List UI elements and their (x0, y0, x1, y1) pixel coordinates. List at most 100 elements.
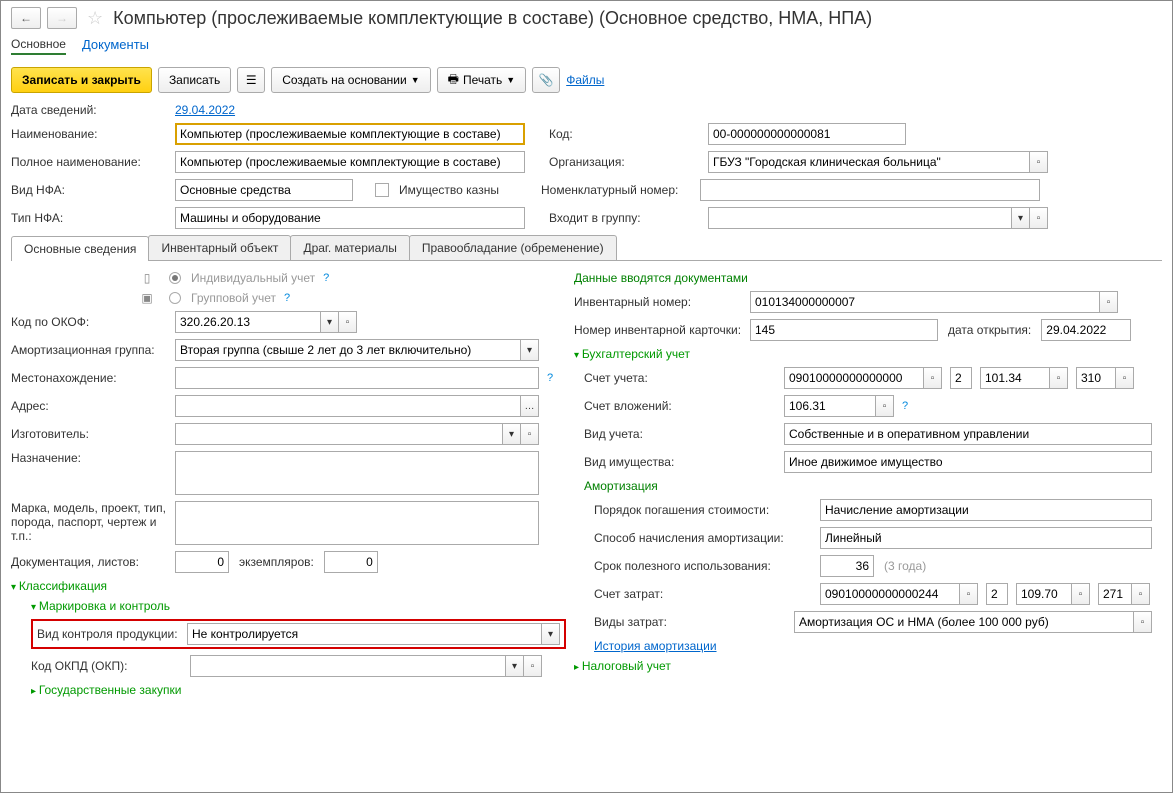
amgroup-input[interactable] (175, 339, 521, 361)
treasury-checkbox[interactable] (375, 183, 389, 197)
help-icon-4[interactable]: ? (902, 400, 908, 412)
tab-rights[interactable]: Правообладание (обременение) (409, 235, 617, 260)
nav-forward-button[interactable]: → (47, 7, 77, 29)
code-input[interactable] (708, 123, 906, 145)
okof-open[interactable]: ▫ (339, 311, 357, 333)
group-label: Входит в группу: (549, 211, 704, 225)
topnav-main[interactable]: Основное (11, 37, 66, 55)
c1-open[interactable]: ▫ (960, 583, 978, 605)
purpose-textarea[interactable] (175, 451, 539, 495)
marking-section[interactable]: Маркировка и контроль (31, 599, 170, 613)
classification-section[interactable]: Классификация (11, 579, 107, 593)
inv-input[interactable] (750, 291, 1100, 313)
maker-dropdown[interactable]: ▾ (503, 423, 521, 445)
card-label: Номер инвентарной карточки: (574, 323, 746, 337)
life-input[interactable] (820, 555, 874, 577)
invest-input[interactable] (784, 395, 876, 417)
acct2-input[interactable] (950, 367, 972, 389)
model-textarea[interactable] (175, 501, 539, 545)
a1-open[interactable]: ▫ (924, 367, 942, 389)
repay-label: Порядок погашения стоимости: (594, 503, 816, 517)
okpd-input[interactable] (190, 655, 506, 677)
cost4-input[interactable] (1098, 583, 1132, 605)
accttype-label: Вид учета: (584, 427, 780, 441)
fullname-input[interactable] (175, 151, 525, 173)
print-button[interactable]: 🖶 Печать ▼ (437, 67, 527, 93)
cost2-input[interactable] (986, 583, 1008, 605)
gov-purchases-section[interactable]: Государственные закупки (31, 683, 181, 697)
okpd-label: Код ОКПД (ОКП): (31, 659, 186, 673)
name-input[interactable] (175, 123, 525, 145)
open-date-input[interactable] (1041, 319, 1131, 341)
model-label: Марка, модель, проект, тип, порода, пасп… (11, 501, 171, 543)
maker-label: Изготовитель: (11, 427, 171, 441)
help-icon[interactable]: ? (323, 272, 329, 284)
costtype-open[interactable]: ▫ (1134, 611, 1152, 633)
topnav-docs[interactable]: Документы (82, 37, 149, 55)
group-dropdown-button[interactable]: ▾ (1012, 207, 1030, 229)
c3-open[interactable]: ▫ (1072, 583, 1090, 605)
cost3-input[interactable] (1016, 583, 1072, 605)
control-dropdown[interactable]: ▾ (542, 623, 560, 645)
c4-open[interactable]: ▫ (1132, 583, 1150, 605)
copies-count-input[interactable] (324, 551, 378, 573)
tab-inventory[interactable]: Инвентарный объект (148, 235, 291, 260)
repay-input[interactable] (820, 499, 1152, 521)
okpd-open[interactable]: ▫ (524, 655, 542, 677)
tab-materials[interactable]: Драг. материалы (290, 235, 409, 260)
nfa-kind-input[interactable] (175, 207, 525, 229)
copies-label: экземпляров: (239, 555, 314, 569)
nomencl-input[interactable] (700, 179, 1040, 201)
amgroup-label: Амортизационная группа: (11, 343, 171, 357)
acct4-input[interactable] (1076, 367, 1116, 389)
maker-input[interactable] (175, 423, 503, 445)
nfa-type-input[interactable] (175, 179, 353, 201)
group-input[interactable] (708, 207, 1012, 229)
create-based-button[interactable]: Создать на основании ▼ (271, 67, 430, 93)
history-link[interactable]: История амортизации (594, 639, 717, 653)
a4-open[interactable]: ▫ (1116, 367, 1134, 389)
list-icon-button[interactable]: ☰ (237, 67, 265, 93)
amgroup-dropdown[interactable]: ▾ (521, 339, 539, 361)
individual-radio[interactable] (169, 272, 181, 284)
docs-count-input[interactable] (175, 551, 229, 573)
property-input[interactable] (784, 451, 1152, 473)
control-label: Вид контроля продукции: (37, 627, 187, 641)
favorite-icon[interactable]: ☆ (87, 8, 103, 29)
nav-back-button[interactable]: ← (11, 7, 41, 29)
group-radio[interactable] (169, 292, 181, 304)
costtype-input[interactable] (794, 611, 1134, 633)
org-open-button[interactable]: ▫ (1030, 151, 1048, 173)
cost1-input[interactable] (820, 583, 960, 605)
help-icon-2[interactable]: ? (284, 292, 290, 304)
inv-open2[interactable]: ▫ (876, 395, 894, 417)
accounting-section[interactable]: Бухгалтерский учет (574, 347, 690, 361)
address-more[interactable]: … (521, 395, 539, 417)
acct1-input[interactable] (784, 367, 924, 389)
location-input[interactable] (175, 367, 539, 389)
org-input[interactable] (708, 151, 1030, 173)
a3-open[interactable]: ▫ (1050, 367, 1068, 389)
save-button[interactable]: Записать (158, 67, 231, 93)
card-input[interactable] (750, 319, 938, 341)
okof-dropdown[interactable]: ▾ (321, 311, 339, 333)
okpd-dropdown[interactable]: ▾ (506, 655, 524, 677)
okof-input[interactable] (175, 311, 321, 333)
attach-icon-button[interactable]: 📎 (532, 67, 560, 93)
address-input[interactable] (175, 395, 521, 417)
save-close-button[interactable]: Записать и закрыть (11, 67, 152, 93)
method-input[interactable] (820, 527, 1152, 549)
tax-section[interactable]: Налоговый учет (574, 659, 671, 673)
group-open-button[interactable]: ▫ (1030, 207, 1048, 229)
acct3-input[interactable] (980, 367, 1050, 389)
help-icon-3[interactable]: ? (547, 372, 553, 384)
files-link[interactable]: Файлы (566, 73, 604, 87)
control-input[interactable] (187, 623, 542, 645)
accttype-input[interactable] (784, 423, 1152, 445)
maker-open[interactable]: ▫ (521, 423, 539, 445)
inv-open[interactable]: ▫ (1100, 291, 1118, 313)
date-value[interactable]: 29.04.2022 (175, 103, 235, 117)
tab-main-info[interactable]: Основные сведения (11, 236, 149, 261)
cost-label: Счет затрат: (594, 587, 816, 601)
life-note: (3 года) (884, 559, 926, 573)
